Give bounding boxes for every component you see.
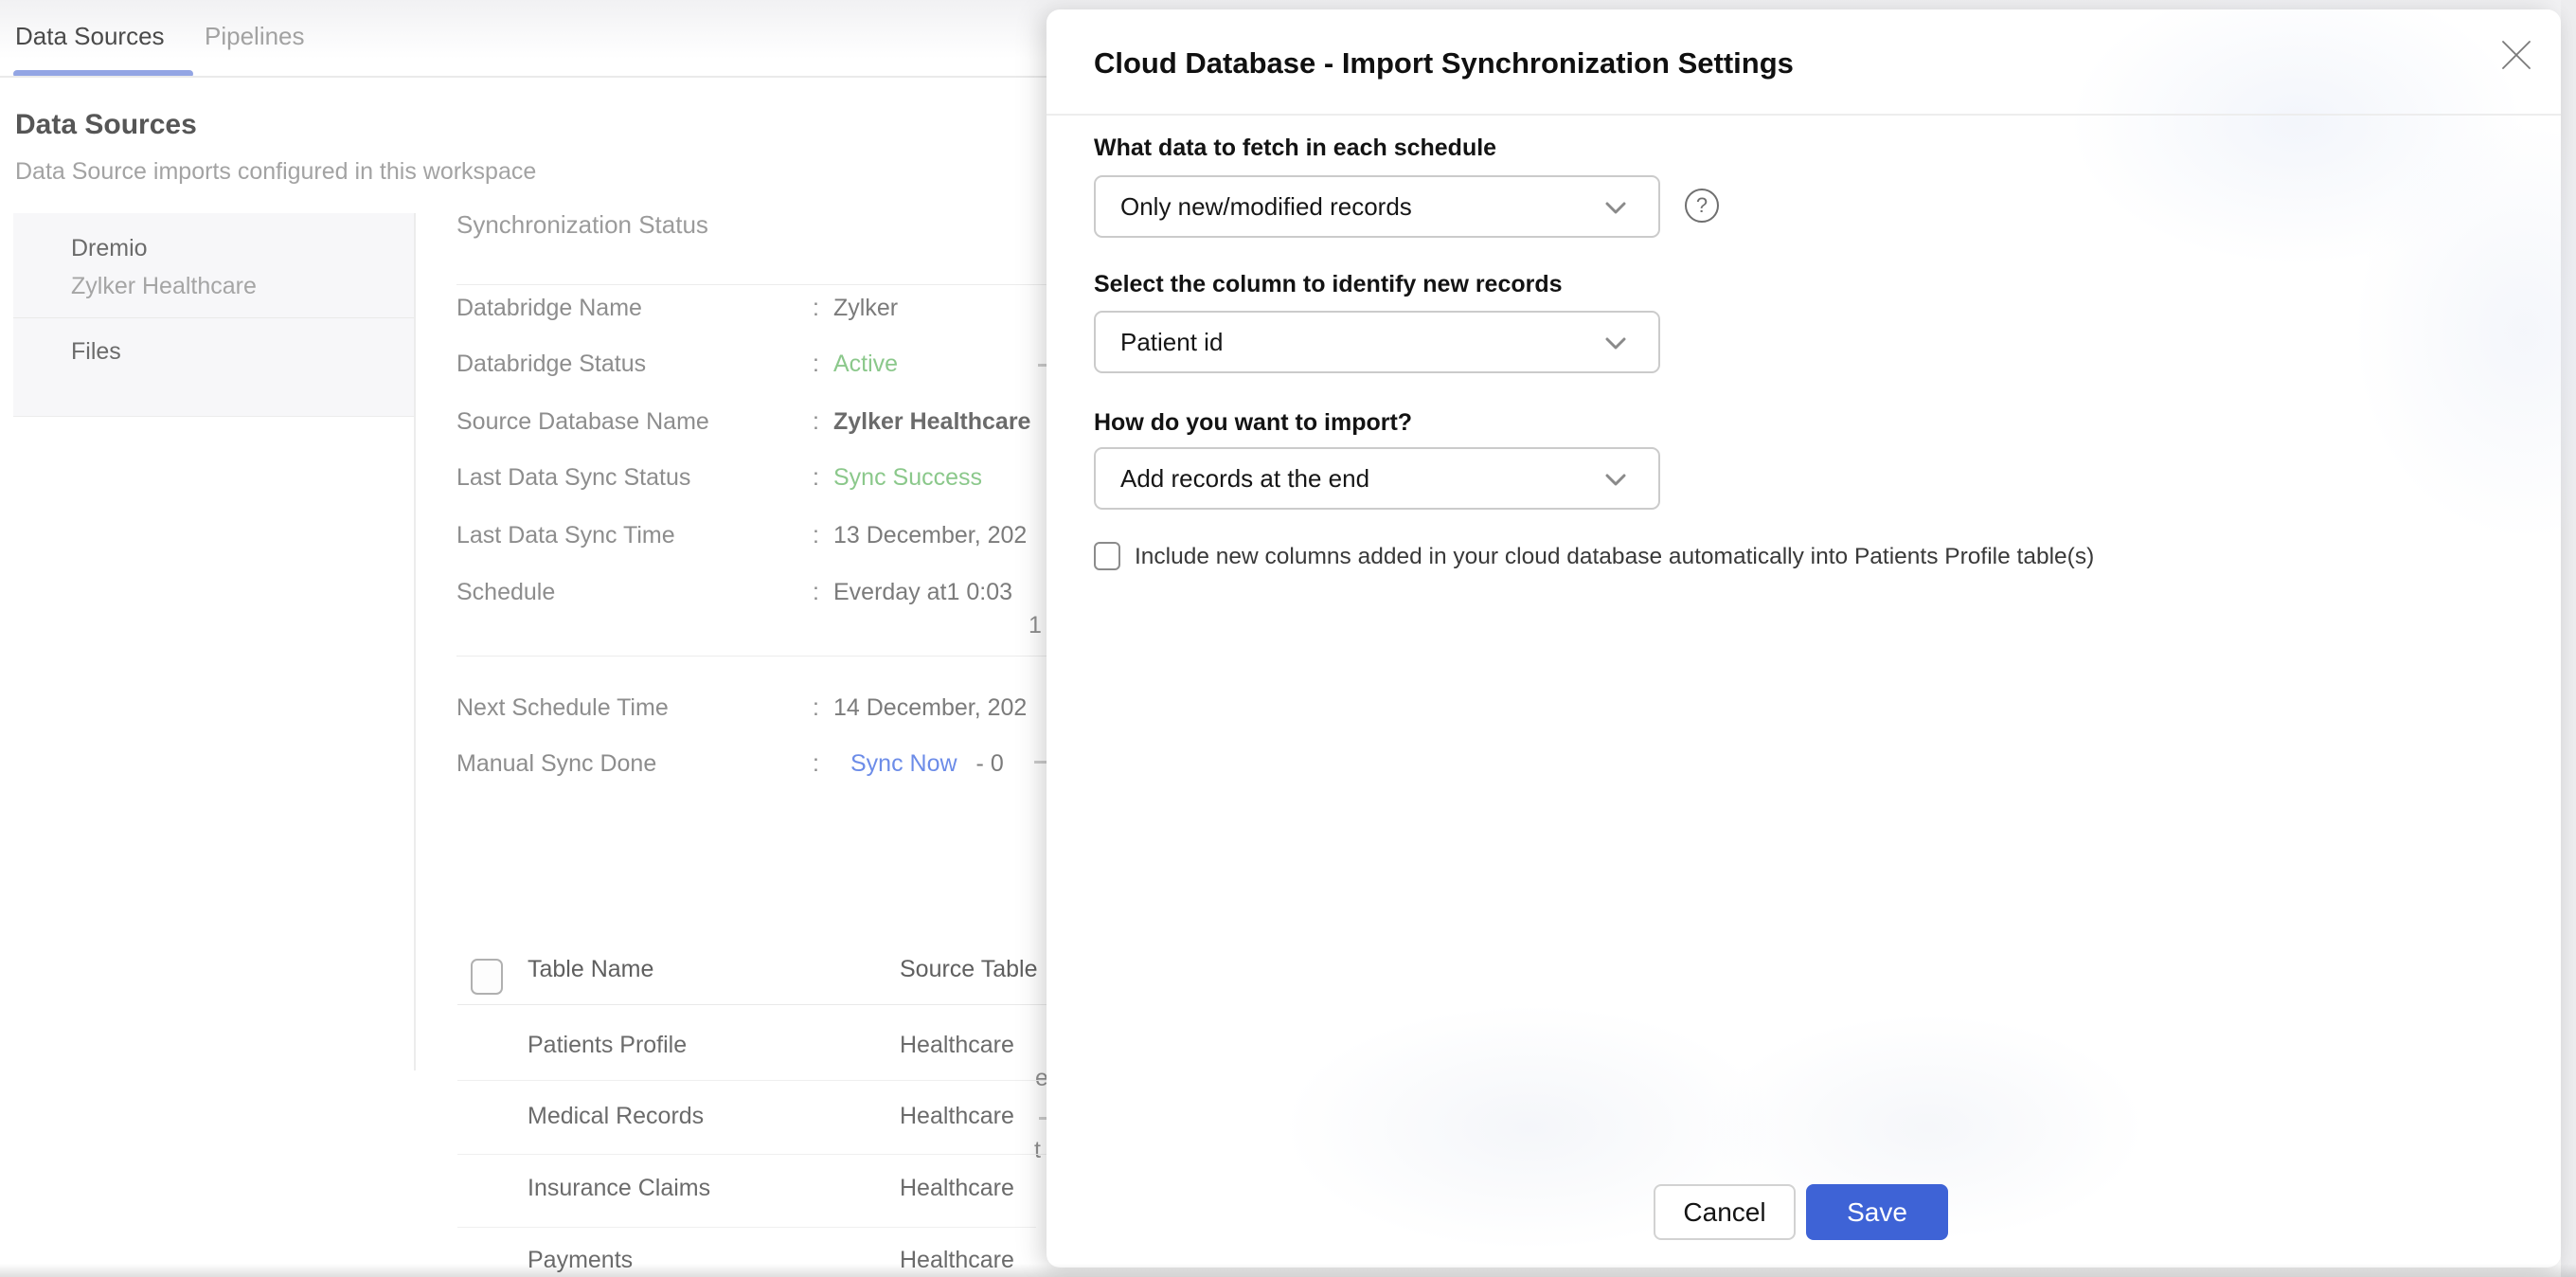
table-cell-source: Healthcare	[900, 1103, 1046, 1130]
table-cell-source: Healthcare	[900, 1175, 1046, 1202]
page-bottom-shade	[0, 1264, 2576, 1277]
table-header-row: Table Name Source Table	[456, 956, 1046, 984]
close-icon[interactable]	[2497, 36, 2535, 74]
field-colon: :	[813, 579, 833, 606]
field-value: Zylker	[833, 295, 898, 322]
selected-value: Add records at the end	[1120, 464, 1369, 494]
field-value: 14 December, 202	[833, 694, 1027, 722]
selected-value: Patient id	[1120, 328, 1223, 357]
field-row-last-sync-status: Last Data Sync Status : Sync Success	[456, 462, 1046, 493]
field-colon: :	[813, 694, 833, 722]
field-colon: :	[813, 351, 833, 378]
background-blob	[2069, 0, 2524, 265]
field-row-source-database: Source Database Name : Zylker Healthcare	[456, 406, 1046, 437]
cancel-button[interactable]: Cancel	[1654, 1184, 1796, 1240]
field-label: Databridge Name	[456, 295, 813, 322]
field-value: Zylker Healthcare	[833, 408, 1030, 436]
table-divider	[457, 1227, 1036, 1228]
clipped-edit-icon-fragment	[1038, 364, 1046, 367]
sidebar-vertical-divider	[414, 213, 416, 1070]
save-button[interactable]: Save	[1806, 1184, 1948, 1240]
field-colon: :	[813, 295, 833, 322]
sidebar-item-dremio-subtitle: Zylker Healthcare	[71, 273, 257, 299]
background-blob	[2353, 123, 2576, 540]
page-subtitle: Data Source imports configured in this w…	[15, 157, 536, 186]
field-row-next-schedule: Next Schedule Time : 14 December, 202	[456, 692, 1046, 723]
table-row[interactable]: Patients Profile Healthcare	[456, 1032, 1046, 1060]
field-label: Last Data Sync Status	[456, 464, 813, 492]
table-cell-name: Insurance Claims	[528, 1175, 710, 1202]
table-divider	[457, 1154, 1046, 1155]
field-row-schedule: Schedule : Everday at1 0:03	[456, 577, 1046, 607]
sync-status-section-title: Synchronization Status	[456, 210, 708, 239]
field-label: Databridge Status	[456, 351, 813, 378]
clipped-text-fragment: 1	[1029, 612, 1046, 639]
field-colon: :	[813, 464, 833, 492]
tabs-divider	[0, 76, 1046, 78]
field-label: Schedule	[456, 579, 813, 606]
import-mode-select[interactable]: Add records at the end	[1094, 447, 1660, 510]
status-badge: Active	[833, 351, 898, 378]
dialog-title: Cloud Database - Import Synchronization …	[1094, 45, 1794, 81]
table-cell-source: Healthcare	[900, 1032, 1046, 1059]
sidebar-item-dremio[interactable]: Dremio	[71, 235, 148, 261]
selected-value: Only new/modified records	[1120, 192, 1412, 222]
page-title: Data Sources	[15, 108, 197, 142]
chevron-down-icon	[1605, 337, 1626, 351]
tab-pipelines[interactable]: Pipelines	[205, 21, 305, 51]
tab-data-sources[interactable]: Data Sources	[15, 21, 165, 51]
clipped-edit-icon-fragment	[1034, 761, 1046, 764]
table-divider	[457, 1080, 1046, 1081]
sync-now-link[interactable]: Sync Now	[850, 750, 957, 778]
dialog-header-divider	[1046, 114, 2561, 116]
page-edge-strip	[2561, 0, 2576, 1277]
help-icon[interactable]: ?	[1685, 189, 1719, 223]
import-sync-settings-dialog: Cloud Database - Import Synchronization …	[1046, 9, 2561, 1268]
table-cell-name: Patients Profile	[528, 1032, 687, 1059]
include-new-columns-label: Include new columns added in your cloud …	[1135, 543, 2094, 571]
table-divider	[457, 1004, 1046, 1005]
section-divider	[456, 284, 1046, 285]
table-name-header: Table Name	[528, 956, 653, 983]
fetch-mode-label: What data to fetch in each schedule	[1094, 134, 1496, 162]
field-label: Next Schedule Time	[456, 694, 813, 722]
sidebar-divider	[13, 317, 414, 318]
table-row[interactable]: Insurance Claims Healthcare	[456, 1175, 1046, 1203]
fetch-mode-select[interactable]: Only new/modified records	[1094, 175, 1660, 238]
field-row-databridge-status: Databridge Status : Active	[456, 349, 1046, 379]
field-label: Last Data Sync Time	[456, 522, 813, 549]
field-row-manual-sync: Manual Sync Done : Sync Now - 0	[456, 748, 1046, 779]
sidebar-item-files[interactable]: Files	[71, 338, 121, 365]
table-cell-name: Medical Records	[528, 1103, 704, 1130]
field-row-last-sync-time: Last Data Sync Time : 13 December, 202	[456, 520, 1046, 550]
field-colon: :	[813, 408, 833, 436]
include-new-columns-checkbox[interactable]	[1094, 542, 1120, 570]
field-label: Manual Sync Done	[456, 750, 813, 778]
source-table-header: Source Table	[900, 956, 1046, 983]
field-value: Everday at1 0:03	[833, 579, 1012, 606]
field-colon: :	[813, 522, 833, 549]
help-glyph: ?	[1696, 193, 1708, 218]
identify-column-label: Select the column to identify new record…	[1094, 270, 1563, 298]
sync-count: - 0	[976, 750, 1004, 778]
chevron-down-icon	[1605, 474, 1626, 487]
screen: Data Sources Pipelines Data Sources Data…	[0, 0, 2576, 1277]
table-row[interactable]: Medical Records Healthcare	[456, 1103, 1046, 1131]
field-value: 13 December, 202	[833, 522, 1027, 549]
field-colon: :	[813, 750, 833, 778]
import-mode-label: How do you want to import?	[1094, 408, 1412, 437]
field-label: Source Database Name	[456, 408, 813, 436]
clipped-text-fragment: e	[1035, 1065, 1046, 1092]
field-row-databridge-name: Databridge Name : Zylker	[456, 293, 1046, 323]
status-badge: Sync Success	[833, 464, 982, 492]
identify-column-select[interactable]: Patient id	[1094, 311, 1660, 373]
chevron-down-icon	[1605, 202, 1626, 215]
clipped-text-fragment: t	[1034, 1137, 1046, 1164]
